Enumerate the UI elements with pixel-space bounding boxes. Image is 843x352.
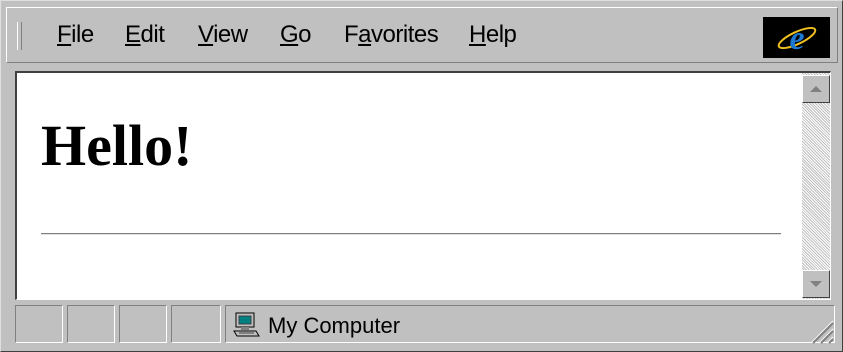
content-pane: Hello! [15, 71, 831, 300]
page-heading: Hello! [41, 113, 193, 178]
menu-view[interactable]: View [198, 21, 248, 49]
menu-favorites[interactable]: Favorites [344, 21, 439, 49]
vertical-scrollbar[interactable] [802, 73, 830, 299]
menu-edit-rest: dit [140, 21, 165, 48]
menu-bar: File Edit View Go Favorites Help e [6, 7, 838, 63]
status-pane-2 [67, 305, 115, 343]
menu-view-accel: V [198, 21, 214, 48]
menu-go-accel: G [280, 21, 299, 48]
zone-label: My Computer [268, 313, 401, 338]
menu-file-rest: ile [71, 21, 94, 48]
status-bar: My Computer [15, 305, 835, 345]
scroll-down-button[interactable] [802, 270, 830, 298]
menu-favorites-rest: vorites [371, 21, 439, 48]
status-pane-1 [15, 305, 63, 343]
security-zone: My Computer [225, 305, 835, 343]
menu-edit[interactable]: Edit [125, 21, 165, 49]
browser-window: File Edit View Go Favorites Help e Hello… [0, 0, 843, 352]
menu-favorites-pre: F [344, 21, 359, 48]
arrow-up-icon [810, 86, 822, 92]
menu-go[interactable]: Go [280, 21, 312, 49]
status-pane-4 [171, 305, 221, 343]
internet-explorer-logo-icon: e [763, 17, 830, 58]
menu-edit-accel: E [125, 21, 141, 48]
resize-grip-icon[interactable] [805, 315, 835, 345]
menu-help-rest: elp [485, 21, 517, 48]
menu-file-accel: F [57, 21, 72, 48]
menu-favorites-accel: a [358, 21, 372, 48]
menu-help-accel: H [469, 21, 486, 48]
scroll-up-button[interactable] [802, 75, 830, 103]
menu-file[interactable]: File [57, 21, 94, 49]
arrow-down-icon [810, 281, 822, 287]
menu-view-rest: iew [213, 21, 248, 48]
status-pane-3 [119, 305, 167, 343]
web-page: Hello! [17, 73, 803, 299]
horizontal-rule [41, 233, 781, 235]
svg-text:e: e [789, 20, 804, 56]
menu-help[interactable]: Help [469, 21, 517, 49]
toolbar-grip[interactable] [17, 22, 22, 50]
menu-go-rest: o [298, 21, 312, 48]
my-computer-icon [232, 312, 260, 338]
